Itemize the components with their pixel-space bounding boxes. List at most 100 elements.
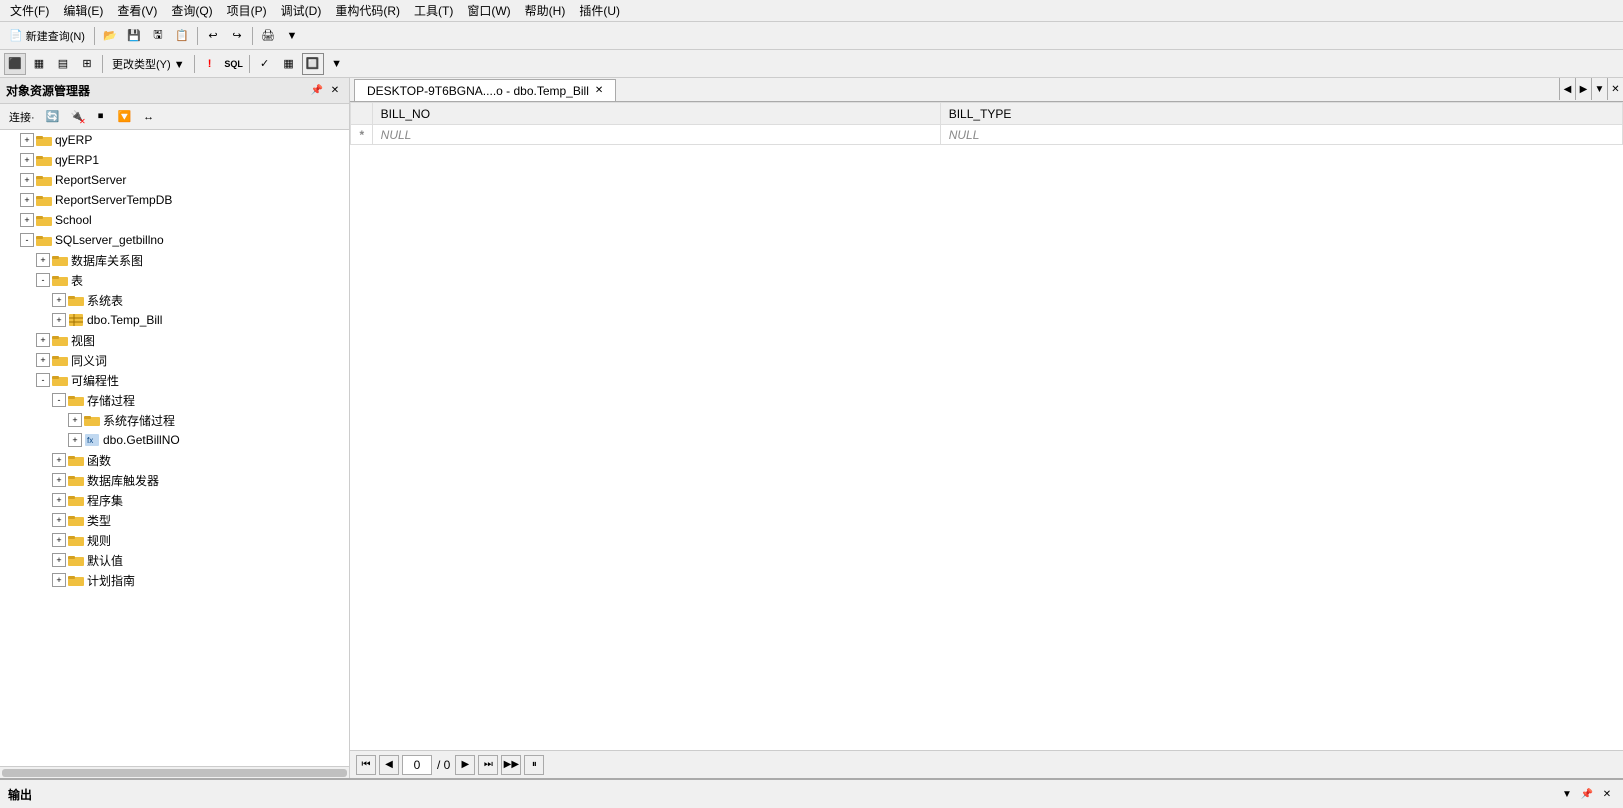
expand-views[interactable]: + bbox=[36, 333, 50, 347]
disconnect-icon[interactable]: 🔌 ✕ bbox=[66, 106, 88, 128]
tree-item-types[interactable]: + 类型 bbox=[0, 510, 349, 530]
tree-item-assemblies[interactable]: + 程序集 bbox=[0, 490, 349, 510]
menu-debug[interactable]: 调试(D) bbox=[275, 0, 328, 21]
grid-cell-bill-type[interactable]: NULL bbox=[940, 125, 1622, 145]
tab-dropdown-button[interactable]: ▼ bbox=[1591, 78, 1607, 100]
tree-item-ReportServer[interactable]: + ReportServer bbox=[0, 170, 349, 190]
tb2-sql[interactable]: SQL bbox=[223, 53, 245, 75]
menu-project[interactable]: 项目(P) bbox=[221, 0, 273, 21]
expand-db-triggers[interactable]: + bbox=[52, 473, 66, 487]
back-button[interactable]: ↩ bbox=[202, 25, 224, 47]
tb2-btn1[interactable]: ⬛ bbox=[4, 53, 26, 75]
output-pin-icon[interactable]: 📌 bbox=[1579, 786, 1595, 802]
expand-qyERP[interactable]: + bbox=[20, 133, 34, 147]
expand-plan-guides[interactable]: + bbox=[52, 573, 66, 587]
expand-programmability[interactable]: - bbox=[36, 373, 50, 387]
tree-item-db-diagram[interactable]: + 数据库关系图 bbox=[0, 250, 349, 270]
tab-prev-button[interactable]: ◀ bbox=[1559, 78, 1575, 100]
forward-button[interactable]: ↪ bbox=[226, 25, 248, 47]
pag-run-button[interactable]: ▶▶ bbox=[501, 755, 521, 775]
output-close-icon[interactable]: ✕ bbox=[1599, 786, 1615, 802]
tb2-parse[interactable]: ✓ bbox=[254, 53, 276, 75]
tree-item-tables[interactable]: - 表 bbox=[0, 270, 349, 290]
menu-plugin[interactable]: 插件(U) bbox=[573, 0, 626, 21]
menu-query[interactable]: 查询(Q) bbox=[165, 0, 218, 21]
expand-ReportServer[interactable]: + bbox=[20, 173, 34, 187]
pag-next-button[interactable]: ▶ bbox=[455, 755, 475, 775]
tb2-btn6[interactable]: 🔲 bbox=[302, 53, 324, 75]
tb2-dropdown[interactable]: ▼ bbox=[326, 53, 348, 75]
print-button[interactable]: 🖨 bbox=[257, 25, 279, 47]
sidebar-pin-icon[interactable]: 📌 bbox=[309, 83, 325, 99]
tb2-btn3[interactable]: ▤ bbox=[52, 53, 74, 75]
expand-stored-procs[interactable]: - bbox=[52, 393, 66, 407]
expand-assemblies[interactable]: + bbox=[52, 493, 66, 507]
menu-refactor[interactable]: 重构代码(R) bbox=[329, 0, 406, 21]
save-button[interactable]: 💾 bbox=[123, 25, 145, 47]
expand-tables[interactable]: - bbox=[36, 273, 50, 287]
tb2-excl[interactable]: ! bbox=[199, 53, 221, 75]
expand-sys-tables[interactable]: + bbox=[52, 293, 66, 307]
tree-item-plan-guides[interactable]: + 计划指南 bbox=[0, 570, 349, 590]
tree-item-dbo-getbillno[interactable]: + fx dbo.GetBillNO bbox=[0, 430, 349, 450]
tree-item-functions[interactable]: + 函数 bbox=[0, 450, 349, 470]
tree-item-synonyms[interactable]: + 同义词 bbox=[0, 350, 349, 370]
tree-item-sys-tables[interactable]: + 系统表 bbox=[0, 290, 349, 310]
tree-item-qyERP[interactable]: + qyERP bbox=[0, 130, 349, 150]
grid-cell-bill-no[interactable]: NULL bbox=[372, 125, 940, 145]
tree-item-rules[interactable]: + 规则 bbox=[0, 530, 349, 550]
main-tab[interactable]: DESKTOP-9T6BGNA....o - dbo.Temp_Bill ✕ bbox=[354, 79, 616, 101]
expand-School[interactable]: + bbox=[20, 213, 34, 227]
tree-item-views[interactable]: + 视图 bbox=[0, 330, 349, 350]
copy-button[interactable]: 📋 bbox=[171, 25, 193, 47]
pag-first-button[interactable]: ⏮ bbox=[356, 755, 376, 775]
tab-close-all-button[interactable]: ✕ bbox=[1607, 78, 1623, 100]
refresh-icon[interactable]: 🔄 bbox=[42, 106, 64, 128]
output-dropdown-icon[interactable]: ▼ bbox=[1559, 786, 1575, 802]
dropdown-button[interactable]: ▼ bbox=[281, 25, 303, 47]
sync-icon[interactable]: ↔ bbox=[138, 106, 160, 128]
tb2-btn5[interactable]: ▦ bbox=[278, 53, 300, 75]
expand-dbo-temp-bill[interactable]: + bbox=[52, 313, 66, 327]
tree-item-sys-stored-procs[interactable]: + 系统存储过程 bbox=[0, 410, 349, 430]
expand-db-diagram[interactable]: + bbox=[36, 253, 50, 267]
sidebar-hscroll[interactable] bbox=[0, 766, 349, 778]
expand-ReportServerTempDB[interactable]: + bbox=[20, 193, 34, 207]
tree-item-defaults[interactable]: + 默认值 bbox=[0, 550, 349, 570]
menu-window[interactable]: 窗口(W) bbox=[461, 0, 516, 21]
expand-synonyms[interactable]: + bbox=[36, 353, 50, 367]
filter-icon[interactable]: 🔽 bbox=[114, 106, 136, 128]
tree-item-qyERP1[interactable]: + qyERP1 bbox=[0, 150, 349, 170]
expand-rules[interactable]: + bbox=[52, 533, 66, 547]
tb2-btn4[interactable]: ⊞ bbox=[76, 53, 98, 75]
change-type-button[interactable]: 更改类型(Y) ▼ bbox=[107, 53, 190, 75]
tree-item-programmability[interactable]: - 可编程性 bbox=[0, 370, 349, 390]
pag-prev-button[interactable]: ◀ bbox=[379, 755, 399, 775]
expand-functions[interactable]: + bbox=[52, 453, 66, 467]
expand-dbo-getbillno[interactable]: + bbox=[68, 433, 82, 447]
grid-row-new[interactable]: * NULL NULL bbox=[351, 125, 1623, 145]
expand-types[interactable]: + bbox=[52, 513, 66, 527]
tree-item-db-triggers[interactable]: + 数据库触发器 bbox=[0, 470, 349, 490]
expand-qyERP1[interactable]: + bbox=[20, 153, 34, 167]
menu-file[interactable]: 文件(F) bbox=[4, 0, 55, 21]
tab-close-button[interactable]: ✕ bbox=[595, 85, 603, 96]
connect-button[interactable]: 连接· bbox=[4, 106, 40, 128]
expand-SQLserver[interactable]: - bbox=[20, 233, 34, 247]
pag-last-button[interactable]: ⏭ bbox=[478, 755, 498, 775]
stop-icon[interactable]: ⏹ bbox=[90, 106, 112, 128]
menu-edit[interactable]: 编辑(E) bbox=[57, 0, 109, 21]
menu-view[interactable]: 查看(V) bbox=[111, 0, 163, 21]
data-grid[interactable]: BILL_NO BILL_TYPE * NULL NULL bbox=[350, 102, 1623, 750]
tab-next-button[interactable]: ▶ bbox=[1575, 78, 1591, 100]
save-all-button[interactable]: 🖫 bbox=[147, 25, 169, 47]
pag-current-page[interactable] bbox=[402, 755, 432, 775]
new-query-button[interactable]: 📄新建查询(N) bbox=[4, 25, 90, 47]
tree-item-ReportServerTempDB[interactable]: + ReportServerTempDB bbox=[0, 190, 349, 210]
expand-sys-stored-procs[interactable]: + bbox=[68, 413, 82, 427]
expand-defaults[interactable]: + bbox=[52, 553, 66, 567]
tree-item-dbo-temp-bill[interactable]: + dbo.Temp_Bill bbox=[0, 310, 349, 330]
open-button[interactable]: 📂 bbox=[99, 25, 121, 47]
menu-help[interactable]: 帮助(H) bbox=[519, 0, 572, 21]
tree-item-stored-procs[interactable]: - 存储过程 bbox=[0, 390, 349, 410]
